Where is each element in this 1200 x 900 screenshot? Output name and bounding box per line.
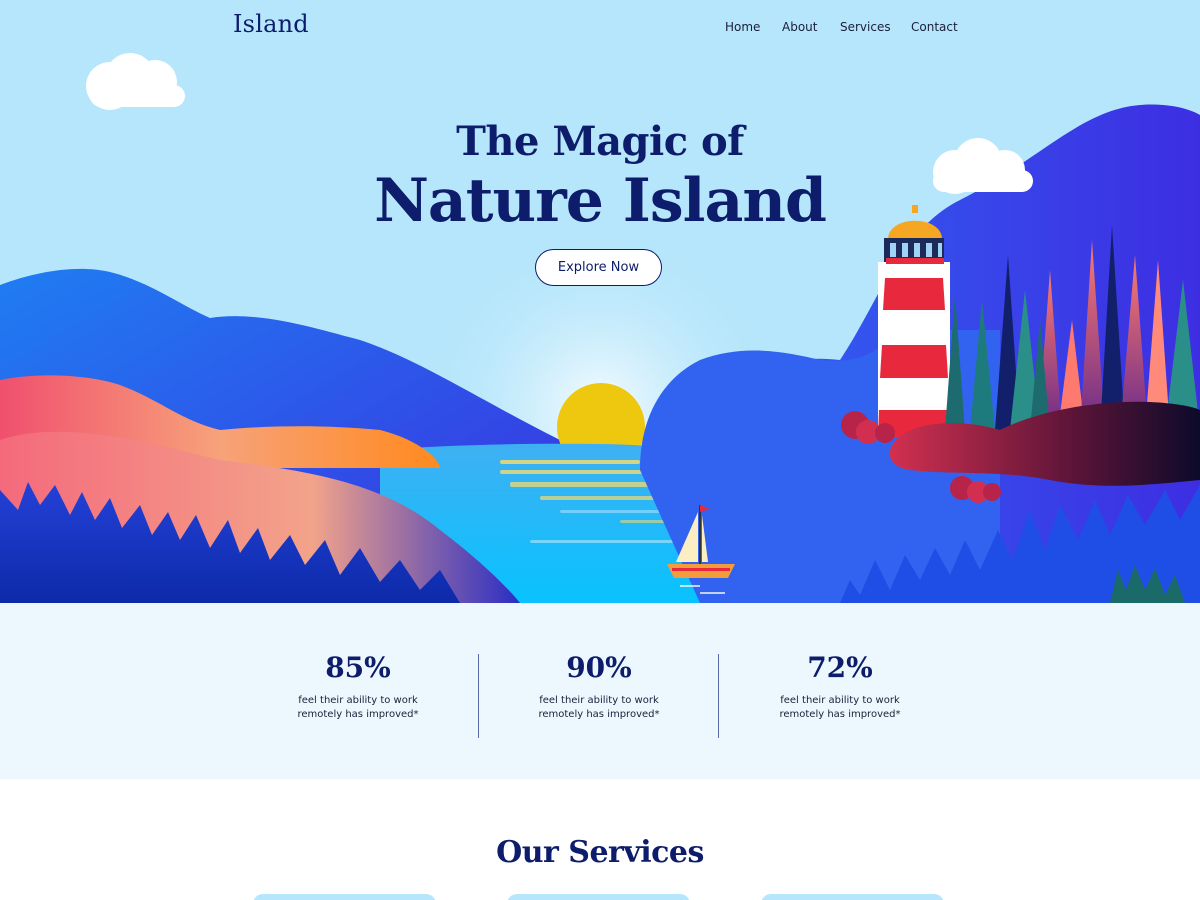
hero-title-line1: The Magic of — [456, 118, 744, 165]
stat-description: feel their ability to work remotely has … — [238, 694, 478, 722]
nav-link-services[interactable]: Services — [840, 20, 891, 34]
stat-item: 85% feel their ability to work remotely … — [238, 651, 478, 722]
stat-value: 72% — [807, 651, 873, 684]
services-section: Our Services — [0, 779, 1200, 900]
lighthouse-icon — [878, 205, 950, 437]
hero-section: Island Home About Services Contact The M… — [0, 0, 1200, 603]
stat-desc-line2: remotely has improved* — [538, 709, 660, 720]
stat-item: 90% feel their ability to work remotely … — [479, 651, 719, 722]
stat-item: 72% feel their ability to work remotely … — [720, 651, 960, 722]
stat-desc-line1: feel their ability to work — [298, 695, 418, 706]
stat-description: feel their ability to work remotely has … — [720, 694, 960, 722]
site-logo[interactable]: Island — [233, 10, 309, 38]
hero-illustration — [0, 53, 1200, 603]
stat-desc-line2: remotely has improved* — [779, 709, 901, 720]
hero-title-line2: Nature Island — [374, 166, 827, 236]
explore-now-button[interactable]: Explore Now — [535, 249, 662, 286]
stat-desc-line1: feel their ability to work — [539, 695, 659, 706]
service-card[interactable] — [253, 894, 436, 900]
nav-link-home[interactable]: Home — [725, 20, 760, 34]
stat-desc-line2: remotely has improved* — [297, 709, 419, 720]
service-card[interactable] — [761, 894, 944, 900]
stat-divider — [718, 654, 719, 738]
nav-link-contact[interactable]: Contact — [911, 20, 958, 34]
stat-value: 90% — [566, 651, 632, 684]
stat-desc-line1: feel their ability to work — [780, 695, 900, 706]
services-title: Our Services — [496, 835, 704, 870]
cloud-icon — [86, 53, 185, 110]
stat-value: 85% — [325, 651, 391, 684]
nav-link-about[interactable]: About — [782, 20, 817, 34]
stat-description: feel their ability to work remotely has … — [479, 694, 719, 722]
stats-section: 85% feel their ability to work remotely … — [0, 603, 1200, 779]
service-card[interactable] — [507, 894, 690, 900]
